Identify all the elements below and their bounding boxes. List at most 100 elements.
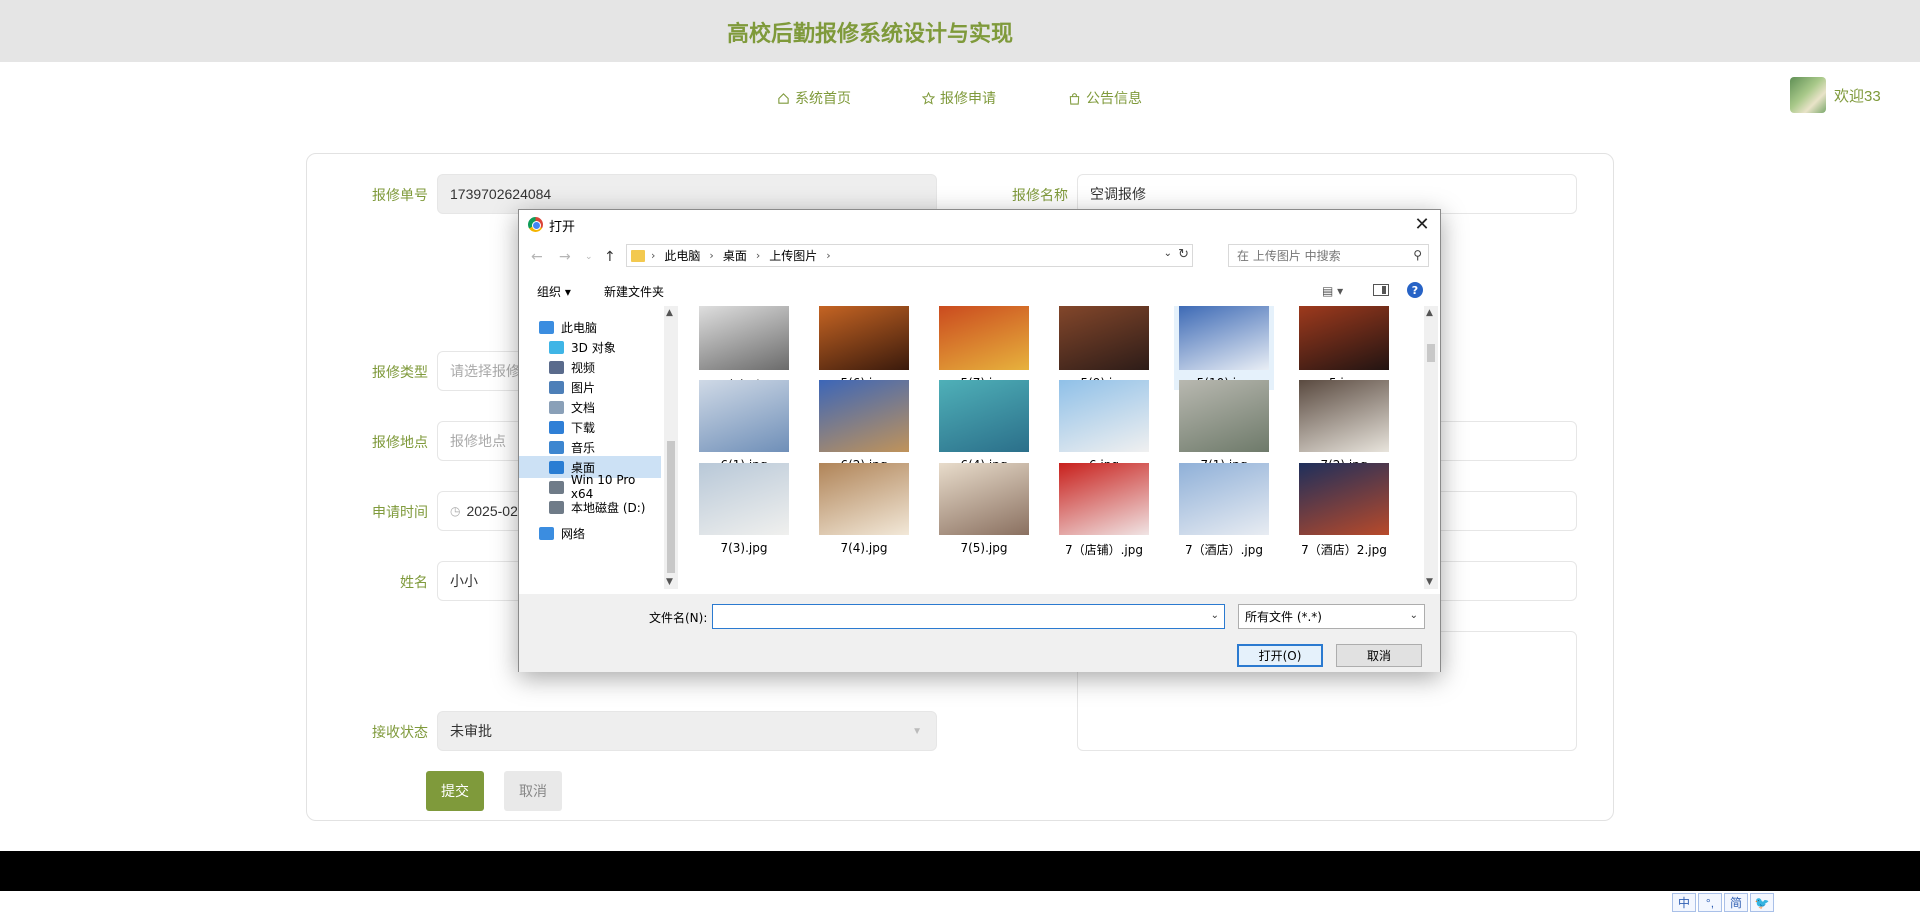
refresh-icon[interactable]: ↻ xyxy=(1178,247,1189,262)
address-bar[interactable]: › 此电脑 › 桌面 › 上传图片 › ⌄ ↻ xyxy=(626,244,1193,267)
file-item[interactable]: 7(2).jpg xyxy=(1294,380,1394,472)
dialog-toolbar: 组织 ▾ 新建文件夹 ▤ ▾ ? xyxy=(519,276,1440,304)
nav-repair-apply-label: 报修申请 xyxy=(940,90,996,106)
nav-home[interactable]: 系统首页 xyxy=(777,88,851,108)
open-button[interactable]: 打开(O) xyxy=(1237,644,1323,667)
up-arrow-icon[interactable]: ↑ xyxy=(604,249,616,265)
filetype-select[interactable]: 所有文件 (*.*) ⌄ xyxy=(1238,604,1425,629)
organize-menu[interactable]: 组织 ▾ xyxy=(537,283,571,300)
dialog-cancel-button[interactable]: 取消 xyxy=(1336,644,1422,667)
filename-dropdown-icon[interactable]: ⌄ xyxy=(1211,610,1219,621)
tree-item-label: 文档 xyxy=(571,400,596,415)
tree-item[interactable]: 网络 xyxy=(519,522,661,544)
tree-item-label: 图片 xyxy=(571,380,596,395)
user-menu[interactable]: 欢迎33 xyxy=(1790,77,1881,113)
ime-skin-icon[interactable]: 🐦 xyxy=(1750,893,1774,912)
view-options-icon[interactable]: ▤ ▾ xyxy=(1322,284,1343,298)
tree-item[interactable]: 文档 xyxy=(519,396,661,418)
filename-input[interactable]: ⌄ xyxy=(712,604,1225,629)
navigation-scroll-thumb[interactable] xyxy=(667,441,675,573)
file-item[interactable]: 7（店铺）.jpg xyxy=(1054,463,1154,558)
main-nav: 系统首页 报修申请 公告信息 xyxy=(0,88,1920,110)
scroll-up-icon[interactable]: ▲ xyxy=(666,308,673,318)
receive-status-value: 未审批 xyxy=(450,723,492,739)
file-item[interactable]: 5.jpg xyxy=(1294,306,1394,390)
breadcrumb-this-pc[interactable]: 此电脑 xyxy=(664,247,700,264)
avatar[interactable] xyxy=(1790,77,1826,113)
file-item[interactable]: 7(4).jpg xyxy=(814,463,914,555)
navigation-scrollbar[interactable]: ▲ ▼ xyxy=(664,306,678,589)
file-item[interactable]: 5(6).jpg xyxy=(814,306,914,390)
preview-pane-icon[interactable] xyxy=(1373,284,1389,296)
recent-dropdown-icon[interactable]: ⌄ xyxy=(585,252,593,262)
ime-toolbar[interactable]: 中 °, 简 🐦 xyxy=(1672,893,1774,912)
tree-item[interactable]: Win 10 Pro x64 xyxy=(519,473,661,501)
ime-simplified-toggle[interactable]: 简 xyxy=(1724,893,1748,912)
dialog-titlebar[interactable]: 打开 ✕ xyxy=(519,210,1440,238)
image-thumbnail xyxy=(699,380,789,452)
scroll-down-icon[interactable]: ▼ xyxy=(1426,577,1433,587)
top-header-bar: 高校后勤报修系统设计与实现 xyxy=(0,0,1920,62)
nav-notice[interactable]: 公告信息 xyxy=(1068,88,1142,108)
repair-name-field[interactable]: 空调报修 xyxy=(1077,174,1577,214)
file-item[interactable]: 6(1).jpg xyxy=(694,380,794,472)
image-thumbnail xyxy=(1299,380,1389,452)
image-thumbnail xyxy=(939,380,1029,452)
ime-punctuation-toggle[interactable]: °, xyxy=(1698,893,1722,912)
search-input[interactable]: 在 上传图片 中搜索 ⚲ xyxy=(1228,244,1429,267)
breadcrumb-upload-images[interactable]: 上传图片 xyxy=(769,247,817,264)
file-item[interactable]: 5(10).jpg xyxy=(1174,306,1274,390)
file-item[interactable]: 5(7).jpg xyxy=(934,306,1034,390)
submit-button[interactable]: 提交 xyxy=(426,771,484,811)
help-icon[interactable]: ? xyxy=(1407,282,1423,298)
folder-icon xyxy=(631,249,645,262)
file-item[interactable]: 6(4).jpg xyxy=(934,380,1034,472)
scroll-up-icon[interactable]: ▲ xyxy=(1426,308,1433,318)
file-list-scroll-thumb[interactable] xyxy=(1427,344,1435,362)
repair-type-placeholder: 请选择报修 xyxy=(450,363,520,379)
cancel-button[interactable]: 取消 xyxy=(504,771,562,811)
file-item[interactable]: 7（酒店）2.jpg xyxy=(1294,463,1394,558)
image-thumbnail xyxy=(699,463,789,535)
file-item[interactable]: 7(3).jpg xyxy=(694,463,794,555)
new-folder-button[interactable]: 新建文件夹 xyxy=(604,283,664,300)
file-item[interactable]: 7(1).jpg xyxy=(1174,380,1274,472)
file-list-scrollbar[interactable]: ▲ ▼ xyxy=(1424,306,1438,589)
tree-item[interactable]: 图片 xyxy=(519,376,661,398)
file-item[interactable]: 7(5).jpg xyxy=(934,463,1034,555)
address-dropdown-icon[interactable]: ⌄ xyxy=(1164,248,1172,259)
file-item[interactable]: 6(2).jpg xyxy=(814,380,914,472)
image-thumbnail xyxy=(1299,306,1389,370)
chrome-icon xyxy=(528,217,543,232)
tree-item-label: 视频 xyxy=(571,360,596,375)
image-thumbnail xyxy=(939,463,1029,535)
file-item[interactable]: 5(9).jpg xyxy=(1054,306,1154,390)
tree-item-label: 本地磁盘 (D:) xyxy=(571,500,646,515)
order-no-field[interactable]: 1739702624084 xyxy=(437,174,937,214)
scroll-down-icon[interactable]: ▼ xyxy=(666,577,673,587)
tree-item[interactable]: 本地磁盘 (D:) xyxy=(519,496,661,518)
tree-item[interactable]: 音乐 xyxy=(519,436,661,458)
apply-time-label: 申请时间 xyxy=(372,504,428,520)
back-arrow-icon[interactable]: ← xyxy=(531,249,543,265)
breadcrumb-desktop[interactable]: 桌面 xyxy=(723,247,747,264)
tree-item[interactable]: 视频 xyxy=(519,356,661,378)
file-item[interactable]: 7（酒店）.jpg xyxy=(1174,463,1274,558)
tree-item[interactable]: 3D 对象 xyxy=(519,336,661,358)
nav-notice-label: 公告信息 xyxy=(1086,90,1142,106)
network-icon xyxy=(539,526,554,540)
file-item[interactable]: 6.jpg xyxy=(1054,380,1154,472)
tree-item-label: 下载 xyxy=(571,420,596,435)
breadcrumb-separator: › xyxy=(651,249,656,262)
nav-repair-apply[interactable]: 报修申请 xyxy=(922,88,996,108)
tree-item[interactable]: 此电脑 xyxy=(519,316,661,338)
image-thumbnail xyxy=(819,463,909,535)
receive-status-select[interactable]: 未审批 ▼ xyxy=(437,711,937,751)
filetype-value: 所有文件 (*.*) xyxy=(1245,610,1322,624)
tree-item[interactable]: 下载 xyxy=(519,416,661,438)
location-label: 报修地点 xyxy=(372,434,428,450)
ime-chinese-toggle[interactable]: 中 xyxy=(1672,893,1696,912)
drive-icon xyxy=(549,500,564,514)
forward-arrow-icon[interactable]: → xyxy=(559,249,571,265)
close-icon[interactable]: ✕ xyxy=(1410,212,1434,236)
